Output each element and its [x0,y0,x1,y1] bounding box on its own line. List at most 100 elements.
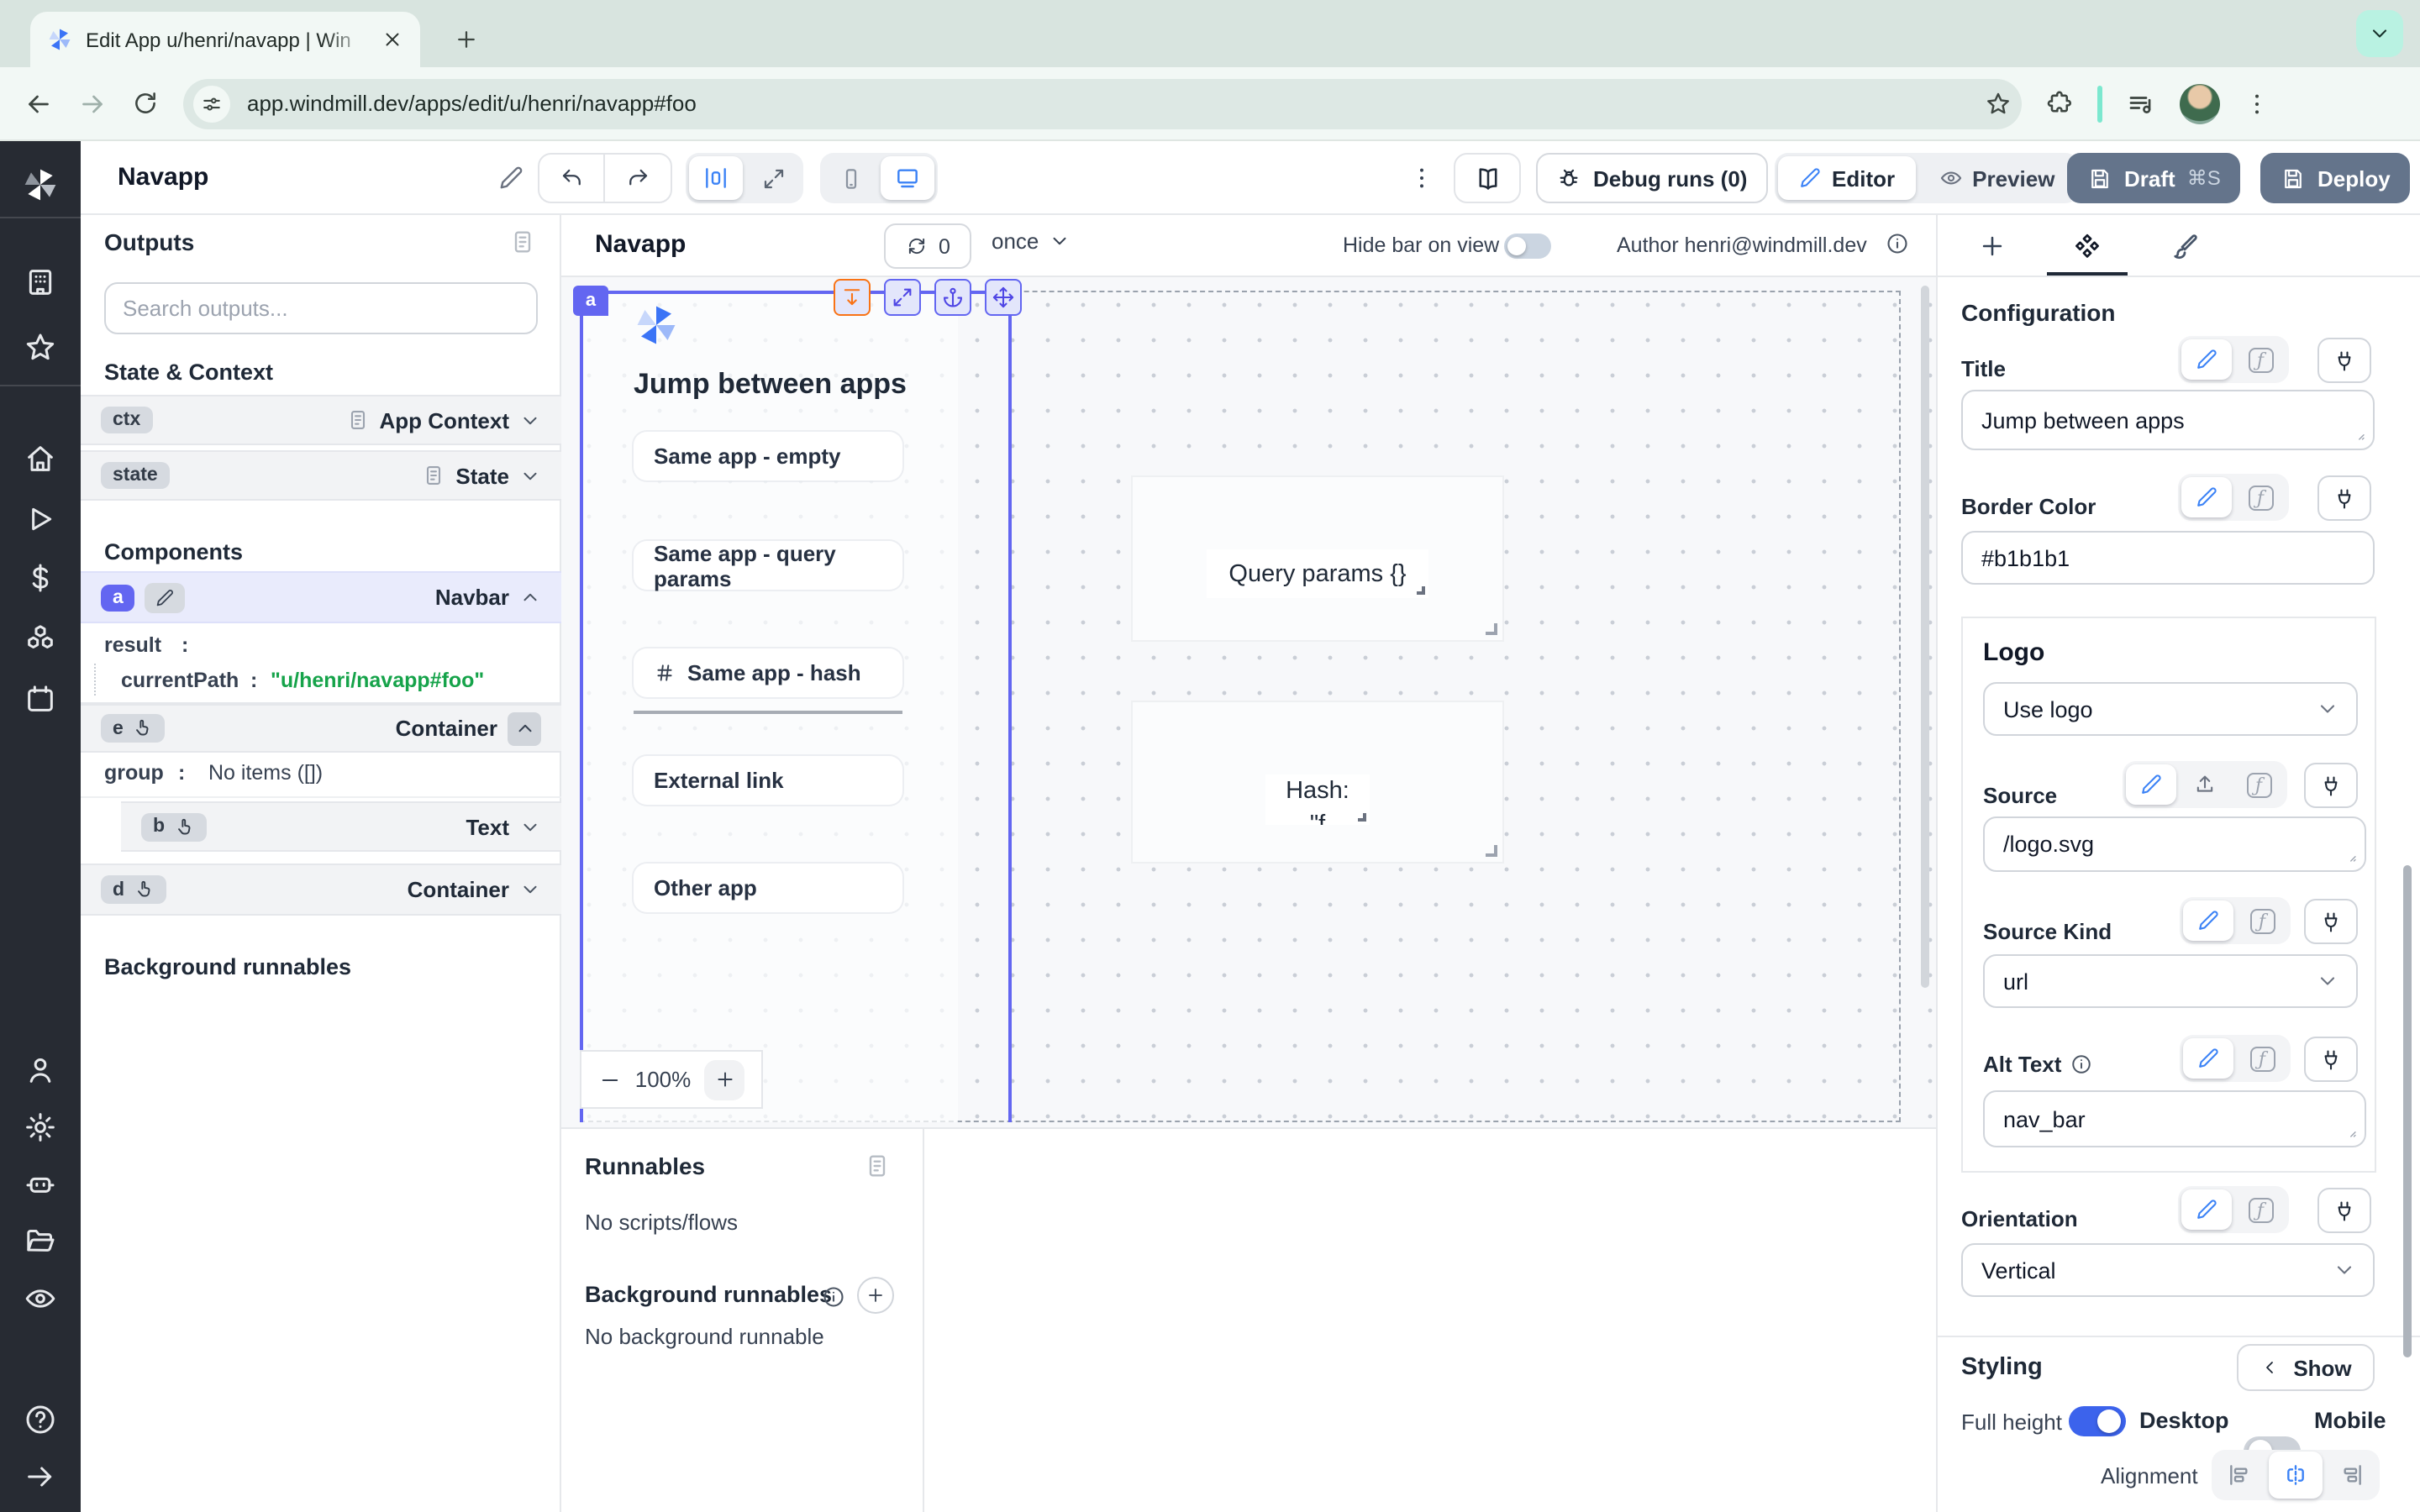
anchor-button[interactable] [934,279,971,316]
source-kind-select[interactable]: url [1983,954,2358,1008]
browser-tab[interactable]: Edit App u/henri/navapp | Win [30,12,420,67]
pencil-mode-button[interactable] [2181,339,2232,380]
sidebar-item-variables[interactable] [24,561,57,595]
nav-item-button[interactable]: External link [634,756,902,805]
tab-styling-icon[interactable] [2170,232,2200,262]
refresh-button[interactable]: 0 [884,223,971,269]
text-b-row[interactable]: b Text [121,801,561,852]
doc-icon[interactable] [345,408,369,432]
alt-text-input[interactable]: nav_bar [1983,1090,2366,1147]
search-outputs-input[interactable] [104,282,538,334]
window-chevron-button[interactable] [2356,10,2403,57]
sidebar-item-folders[interactable] [24,1225,57,1258]
info-icon[interactable] [1886,232,1909,255]
query-params-text-box[interactable]: Query params {} [1207,549,1428,598]
fx-mode-button[interactable]: ƒ [2233,764,2284,805]
undo-button[interactable] [539,155,605,202]
pencil-mode-button[interactable] [2183,1038,2233,1079]
container-d-row[interactable]: d Container [81,864,561,916]
title-input[interactable]: Jump between apps [1961,390,2375,450]
schedule-mode-select[interactable]: once [992,228,1071,254]
chevron-down-icon[interactable] [519,409,541,431]
debug-runs-button[interactable]: Debug runs (0) [1536,153,1767,203]
show-styling-button[interactable]: Show [2237,1344,2375,1391]
align-right-button[interactable] [2326,1455,2376,1495]
source-input[interactable]: /logo.svg [1983,816,2366,872]
add-background-runnable-button[interactable] [857,1277,894,1314]
fullscreen-button[interactable] [884,279,921,316]
sidebar-item-workspace[interactable] [24,265,57,299]
outputs-doc-icon[interactable] [509,228,536,255]
upload-mode-button[interactable] [2180,764,2230,805]
resize-corner[interactable] [1486,845,1497,857]
zoom-in-button[interactable] [704,1059,744,1100]
browser-menu-icon[interactable] [2244,90,2270,117]
fx-mode-button[interactable]: ƒ [2235,339,2286,380]
new-tab-button[interactable] [454,27,479,52]
container-e-row[interactable]: e Container [81,704,561,753]
navbar-component-row[interactable]: a Navbar [81,571,561,623]
hide-bar-toggle[interactable] [1504,234,1551,259]
connect-plug-button[interactable] [2317,1188,2371,1233]
move-button[interactable] [985,279,1022,316]
fx-mode-button[interactable]: ƒ [2237,900,2287,941]
info-icon[interactable] [2070,1053,2092,1075]
sidebar-item-schedules[interactable] [24,682,57,716]
tab-close-icon[interactable] [381,29,403,50]
tab-components-icon[interactable] [2072,232,2102,262]
align-center-button[interactable] [2269,1452,2323,1499]
sidebar-item-help[interactable] [24,1403,57,1436]
full-height-desktop-toggle[interactable] [2069,1406,2126,1436]
tab-editor[interactable]: Editor [1778,156,1915,200]
reload-button[interactable] [131,89,160,118]
tab-preview[interactable]: Preview [1918,156,2075,200]
pencil-mode-button[interactable] [2183,900,2233,941]
edit-id-pencil-icon[interactable] [145,582,186,612]
avatar[interactable] [2180,83,2220,123]
connect-plug-button[interactable] [2304,763,2358,808]
fx-mode-button[interactable]: ƒ [2235,1189,2286,1230]
pencil-mode-button[interactable] [2181,477,2232,517]
deploy-button[interactable]: Deploy [2260,153,2411,203]
sidebar-expand-icon[interactable] [24,1460,57,1494]
forward-button[interactable] [77,88,108,118]
sidebar-item-workers[interactable] [24,1168,57,1201]
connect-plug-button[interactable] [2304,1037,2358,1082]
chevron-down-icon[interactable] [519,879,541,900]
rename-pencil-icon[interactable] [497,165,524,192]
sidebar-item-favorites[interactable] [24,331,57,365]
canvas-scrollbar[interactable] [1921,286,1929,988]
resize-corner[interactable] [1486,623,1497,635]
url-bar[interactable]: app.windmill.dev/apps/edit/u/henri/navap… [183,78,2022,129]
hash-container[interactable]: Hash: "f [1133,702,1502,862]
more-menu-icon[interactable] [1408,165,1435,192]
nav-item-button[interactable]: Same app - empty [634,432,902,480]
mobile-view-button[interactable] [823,156,877,200]
app-canvas[interactable]: a Jump between apps Same app - empty Sam… [561,277,1936,1127]
fx-mode-button[interactable]: ƒ [2237,1038,2287,1079]
sidebar-item-audit[interactable] [24,1282,57,1315]
component-tag-a[interactable]: a [573,286,608,316]
panel-scrollbar[interactable] [2403,865,2412,1357]
extensions-icon[interactable] [2045,89,2074,118]
navbar-component-preview[interactable] [581,291,958,1122]
bookmark-star-icon[interactable] [1985,90,2012,117]
sidebar-item-runs[interactable] [24,502,57,536]
connect-plug-button[interactable] [2317,475,2371,521]
redo-button[interactable] [605,155,671,202]
pencil-mode-button[interactable] [2181,1189,2232,1230]
state-row[interactable]: state State [81,450,561,501]
tab-insert-icon[interactable] [1978,232,2007,260]
chevron-down-icon[interactable] [519,816,541,837]
doc-icon[interactable] [422,464,445,487]
expand-height-button[interactable] [834,279,871,316]
fx-mode-button[interactable]: ƒ [2235,477,2286,517]
chevron-down-icon[interactable] [519,465,541,486]
query-params-container[interactable]: Query params {} [1133,477,1502,640]
runnables-doc-icon[interactable] [864,1152,891,1179]
pencil-mode-button[interactable] [2126,764,2176,805]
use-logo-select[interactable]: Use logo [1983,682,2358,736]
url-text[interactable]: app.windmill.dev/apps/edit/u/henri/navap… [247,91,1968,116]
layout-center-button[interactable] [689,156,743,200]
sidebar-item-users[interactable] [24,1053,57,1087]
